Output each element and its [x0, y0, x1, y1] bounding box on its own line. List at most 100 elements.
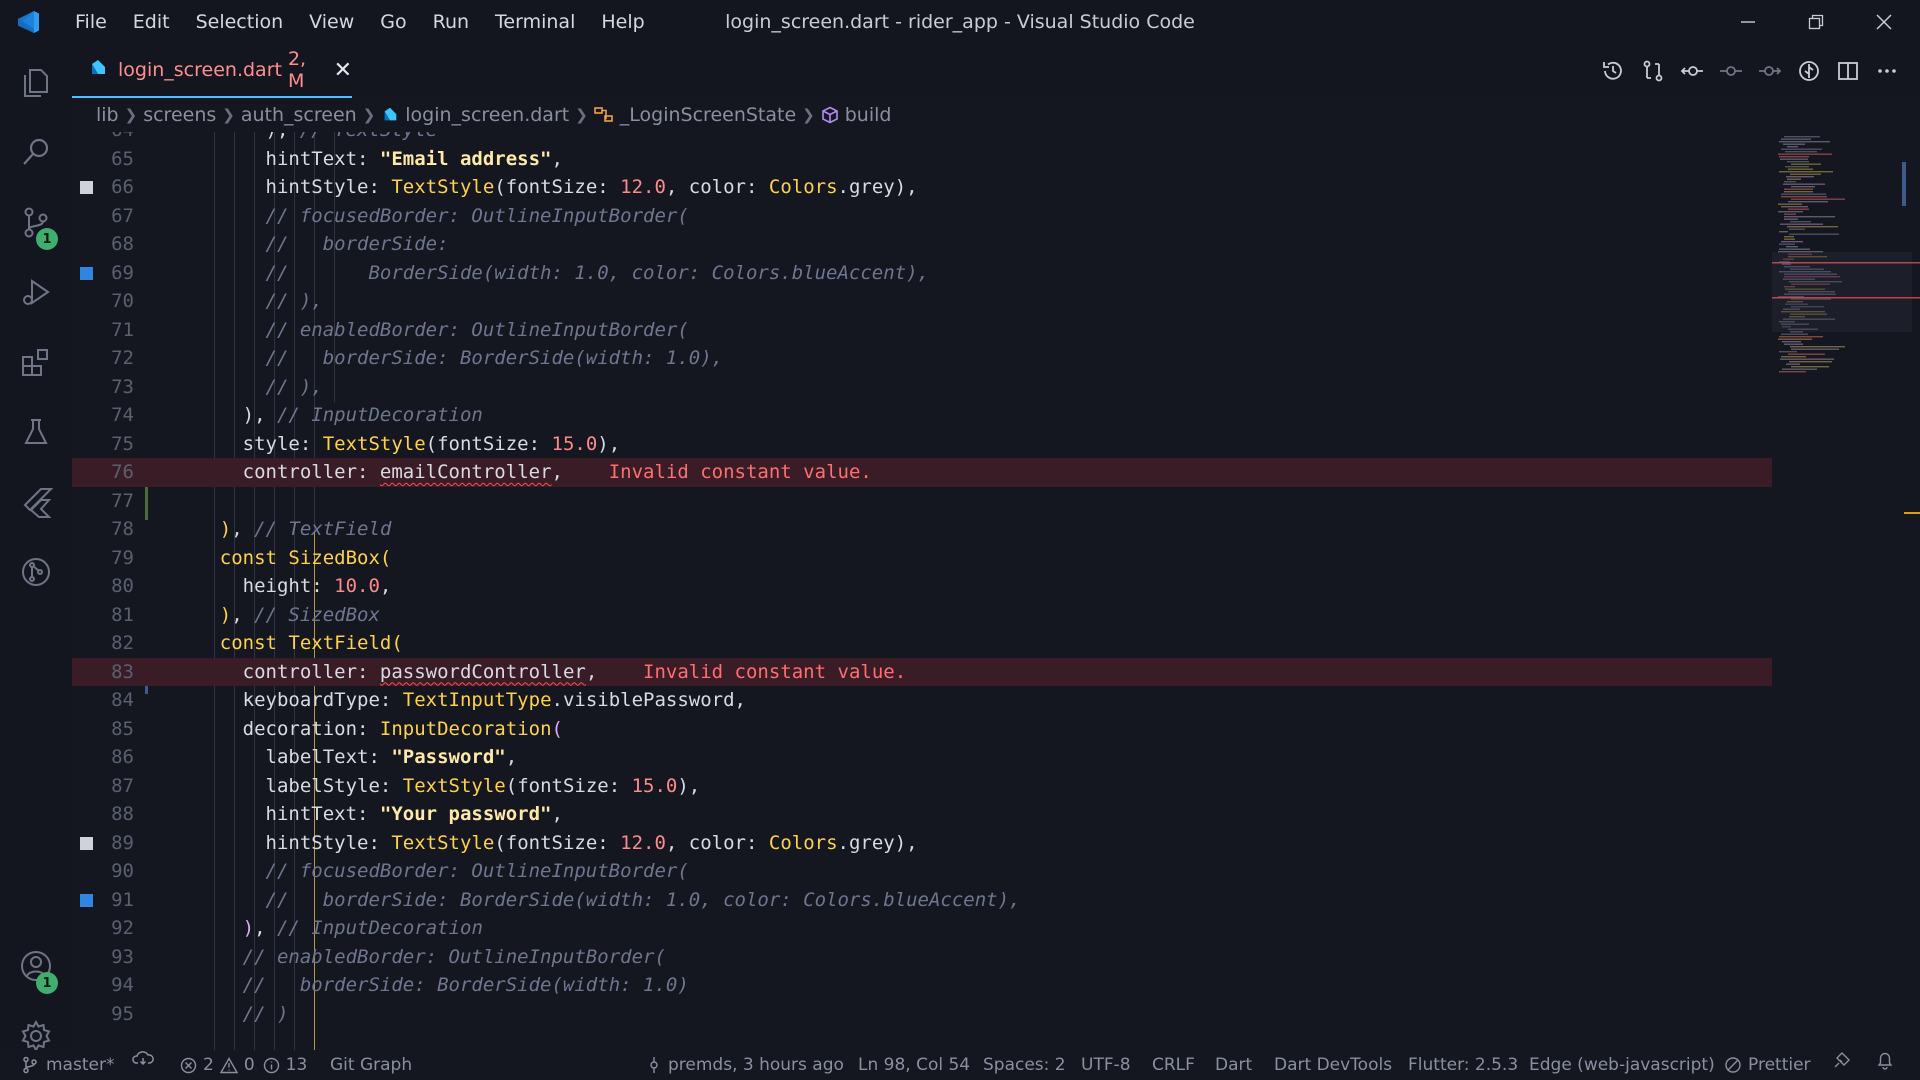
code-line[interactable]: 72 // borderSide: BorderSide(width: 1.0)… — [72, 344, 1772, 373]
code-token: , color: — [665, 831, 769, 854]
git-graph-button[interactable]: Git Graph — [330, 1050, 412, 1080]
code-line[interactable]: 80 height: 10.0, — [72, 572, 1772, 601]
code-line[interactable]: 94 // borderSide: BorderSide(width: 1.0) — [72, 971, 1772, 1000]
code-line[interactable]: 82 const TextField( — [72, 629, 1772, 658]
menu-view[interactable]: View — [296, 0, 367, 44]
minimap-line — [1784, 213, 1796, 215]
code-line[interactable]: 87 labelStyle: TextStyle(fontSize: 15.0)… — [72, 772, 1772, 801]
open-changes-icon[interactable] — [1794, 56, 1824, 86]
branch-item[interactable]: master* — [22, 1050, 114, 1080]
split-editor-icon[interactable] — [1833, 56, 1863, 86]
code-line[interactable]: 91 // borderSide: BorderSide(width: 1.0,… — [72, 886, 1772, 915]
encoding[interactable]: UTF-8 — [1081, 1050, 1131, 1080]
compare-changes-icon[interactable] — [1638, 56, 1668, 86]
more-actions-icon[interactable] — [1872, 56, 1902, 86]
code-line[interactable]: 76 controller: emailController, Invalid … — [72, 458, 1772, 487]
problems-item[interactable]: 2 0 13 — [180, 1050, 307, 1080]
indentation[interactable]: Spaces: 2 — [983, 1050, 1066, 1080]
code-line[interactable]: 84 keyboardType: TextInputType.visiblePa… — [72, 686, 1772, 715]
tab-close-icon[interactable]: ✕ — [334, 58, 352, 83]
accounts-icon[interactable]: 1 — [0, 934, 72, 998]
code-editor[interactable]: 64 ), // TextStyle65 hintText: "Email ad… — [72, 132, 1772, 1050]
code-line[interactable]: 75 style: TextStyle(fontSize: 15.0), — [72, 430, 1772, 459]
menu-go[interactable]: Go — [367, 0, 419, 44]
menu-selection[interactable]: Selection — [183, 0, 297, 44]
run-debug-icon[interactable] — [0, 260, 72, 324]
menu-terminal[interactable]: Terminal — [482, 0, 588, 44]
flutter-version[interactable]: Flutter: 2.5.3 — [1408, 1050, 1518, 1080]
language-mode[interactable]: Dart — [1215, 1050, 1252, 1080]
code-token: // InputDecoration — [276, 404, 483, 426]
tab-login-screen[interactable]: login_screen.dart 2, M ✕ — [72, 44, 352, 98]
line-number: 93 — [111, 945, 134, 968]
code-line[interactable]: 93 // enabledBorder: OutlineInputBorder( — [72, 943, 1772, 972]
code-line[interactable]: 74 ), // InputDecoration — [72, 401, 1772, 430]
code-line[interactable]: 95 // ) — [72, 1000, 1772, 1029]
menu-help[interactable]: Help — [588, 0, 657, 44]
dart-devtools[interactable]: Dart DevTools — [1274, 1050, 1392, 1080]
code-line[interactable]: 83 controller: passwordController, Inval… — [72, 657, 1772, 686]
code-token: ), — [242, 404, 277, 426]
code-line[interactable]: 69 // BorderSide(width: 1.0, color: Colo… — [72, 259, 1772, 288]
menu-edit[interactable]: Edit — [120, 0, 183, 44]
sync-cloud-icon[interactable] — [132, 1050, 154, 1066]
code-line[interactable]: 88 hintText: "Your password", — [72, 800, 1772, 829]
previous-change-icon[interactable] — [1677, 56, 1707, 86]
testing-icon[interactable] — [0, 400, 72, 464]
minimap-viewport[interactable] — [1772, 252, 1912, 332]
commit-icon[interactable] — [1716, 56, 1746, 86]
chevron-right-icon: ❯ — [575, 106, 588, 124]
minimap-line — [1788, 168, 1813, 170]
code-line[interactable]: 86 labelText: "Password", — [72, 743, 1772, 772]
code-line[interactable]: 79 const SizedBox( — [72, 544, 1772, 573]
code-token: // ) — [242, 1002, 289, 1025]
code-line[interactable]: 73 // ), — [72, 373, 1772, 402]
end-of-line[interactable]: CRLF — [1152, 1050, 1195, 1080]
minimize-button[interactable] — [1720, 0, 1776, 44]
code-line[interactable]: 71 // enabledBorder: OutlineInputBorder( — [72, 316, 1772, 345]
extensions-icon[interactable] — [0, 330, 72, 394]
close-window-button[interactable] — [1856, 0, 1912, 44]
code-line[interactable]: 77 — [72, 487, 1772, 516]
code-line[interactable]: 92 ), // InputDecoration — [72, 914, 1772, 943]
breadcrumb-class[interactable]: _LoginScreenState — [620, 104, 796, 126]
code-line[interactable]: 70 // ), — [72, 287, 1772, 316]
branch-name: master* — [46, 1055, 115, 1075]
breadcrumb-auth-screen[interactable]: auth_screen — [241, 104, 357, 126]
source-control-icon[interactable]: 1 — [0, 190, 72, 254]
explorer-icon[interactable] — [0, 50, 72, 114]
dart-file-icon — [381, 106, 399, 124]
cursor-position[interactable]: Ln 98, Col 54 — [858, 1050, 970, 1080]
prettier-item[interactable]: Prettier — [1724, 1050, 1811, 1080]
breadcrumb-screens[interactable]: screens — [143, 104, 216, 126]
next-change-icon[interactable] — [1755, 56, 1785, 86]
scrollbar-thumb[interactable] — [1902, 162, 1906, 206]
code-line[interactable]: 64 ), // TextStyle — [72, 132, 1772, 145]
code-line[interactable]: 81 ), // SizedBox — [72, 601, 1772, 630]
restore-button[interactable] — [1788, 0, 1844, 44]
code-line[interactable]: 90 // focusedBorder: OutlineInputBorder( — [72, 857, 1772, 886]
code-line[interactable]: 68 // borderSide: — [72, 230, 1772, 259]
search-icon[interactable] — [0, 120, 72, 184]
code-line[interactable]: 89 hintStyle: TextStyle(fontSize: 12.0, … — [72, 829, 1772, 858]
code-line[interactable]: 65 hintText: "Email address", — [72, 145, 1772, 174]
device-selector[interactable]: Edge (web-javascript) — [1529, 1050, 1715, 1080]
code-token: // borderSide: BorderSide(width: 1.0, co… — [265, 888, 1021, 911]
code-line[interactable]: 85 decoration: InputDecoration( — [72, 715, 1772, 744]
code-line[interactable]: 67 // focusedBorder: OutlineInputBorder( — [72, 202, 1772, 231]
blame-item[interactable]: premds, 3 hours ago — [648, 1050, 844, 1080]
git-graph-icon[interactable] — [0, 540, 72, 604]
code-line[interactable]: 66 hintStyle: TextStyle(fontSize: 12.0, … — [72, 173, 1772, 202]
breadcrumb-method[interactable]: build — [845, 104, 892, 126]
menu-file[interactable]: File — [62, 0, 120, 44]
breadcrumb-file[interactable]: login_screen.dart — [405, 104, 569, 126]
minimap[interactable] — [1772, 132, 1920, 1050]
notifications-bell-icon[interactable] — [1876, 1050, 1894, 1070]
feedback-icon[interactable] — [1832, 1050, 1852, 1070]
code-line[interactable]: 78 ), // TextField — [72, 515, 1772, 544]
menu-run[interactable]: Run — [420, 0, 482, 44]
code-token: // enabledBorder: OutlineInputBorder( — [265, 318, 689, 341]
timeline-history-icon[interactable] — [1598, 56, 1628, 86]
flutter-icon[interactable] — [0, 470, 72, 534]
breadcrumb-lib[interactable]: lib — [96, 104, 119, 126]
